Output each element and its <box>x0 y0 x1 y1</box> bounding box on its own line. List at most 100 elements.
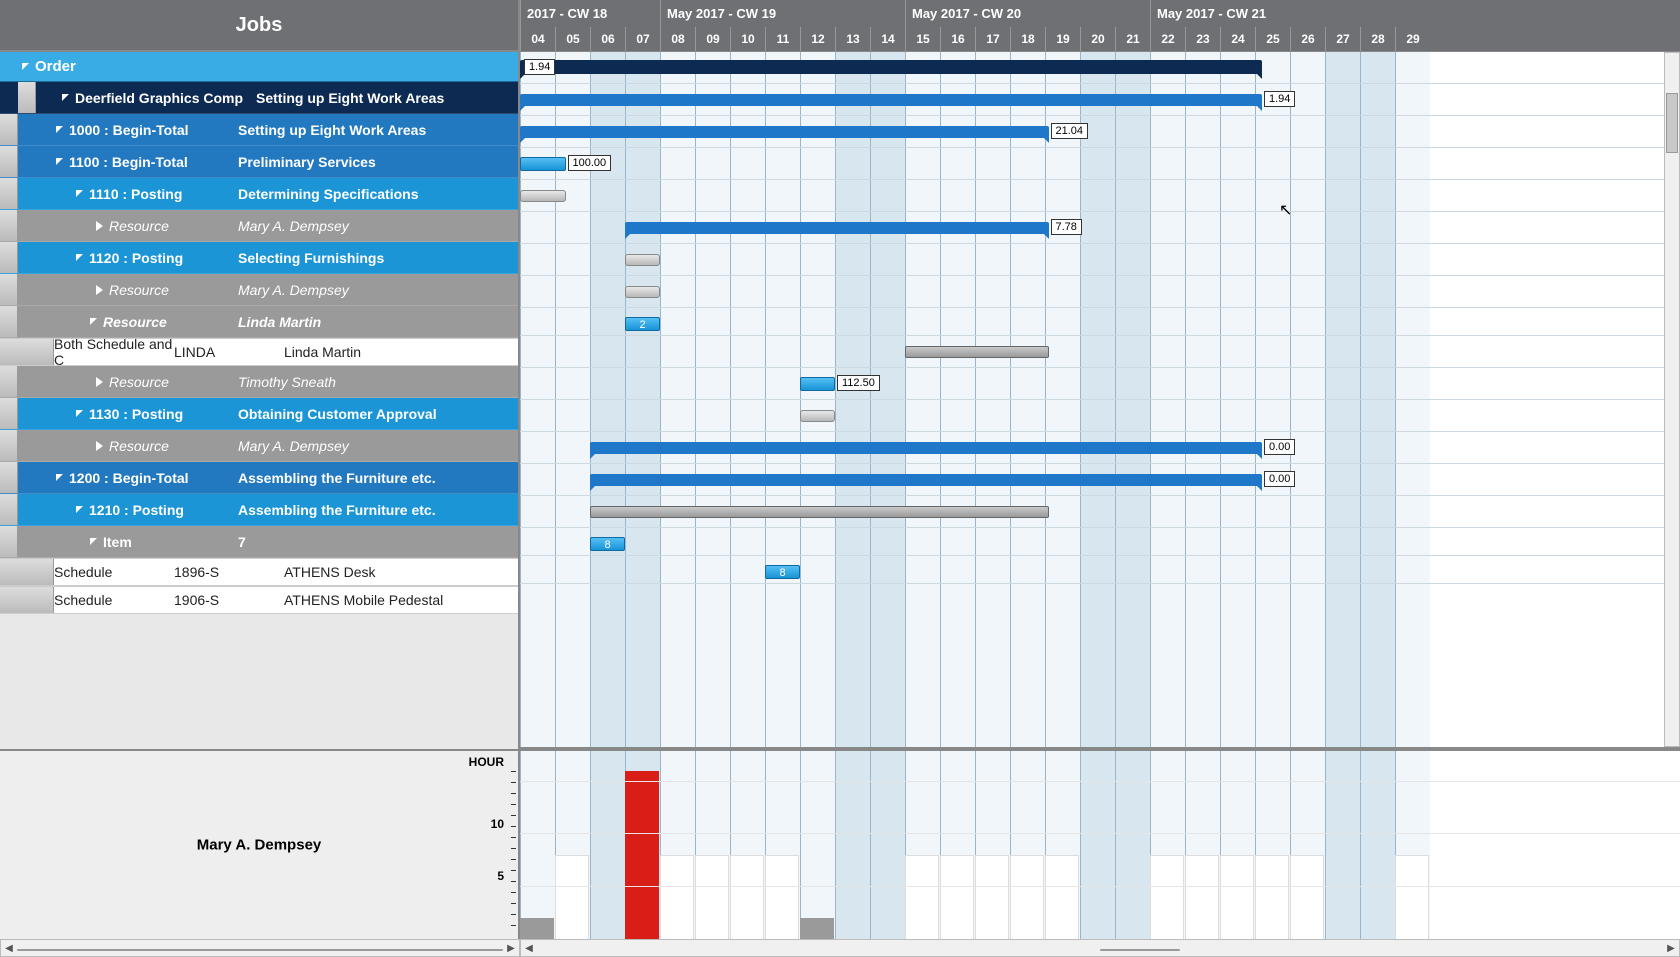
bar-value-label: 100.00 <box>568 155 612 171</box>
gantt-row[interactable]: 100.00 <box>520 148 1680 180</box>
gantt-row[interactable] <box>520 336 1680 368</box>
histogram-bar[interactable] <box>625 771 659 939</box>
tree-row[interactable]: 1210 : PostingAssembling the Furniture e… <box>0 494 518 526</box>
collapse-icon <box>76 410 83 417</box>
gantt-row[interactable]: 8 <box>520 528 1680 556</box>
gantt-body[interactable]: 1.94 1.94 21.04 100.00 7.78 2 112.50 0.00 0.00 8 8 <box>520 52 1680 747</box>
gantt-row[interactable]: 0.00 <box>520 464 1680 496</box>
group-bar[interactable] <box>520 94 1262 106</box>
day-header[interactable]: 23 <box>1185 27 1220 51</box>
group-bar[interactable] <box>625 222 1049 234</box>
task-bar[interactable] <box>520 157 566 171</box>
day-header[interactable]: 05 <box>555 27 590 51</box>
scroll-left-icon[interactable]: ◀ <box>1 940 17 956</box>
tree-row[interactable]: Schedule1896-SATHENS Desk <box>0 558 518 586</box>
week-header[interactable]: May 2017 - CW 20 <box>905 0 1150 27</box>
resource-bar[interactable] <box>905 346 1049 358</box>
order-group-header[interactable]: Order <box>0 52 518 82</box>
day-header[interactable]: 11 <box>765 27 800 51</box>
task-bar[interactable]: 2 <box>625 317 660 331</box>
day-header[interactable]: 20 <box>1080 27 1115 51</box>
gantt-row[interactable]: 8 <box>520 556 1680 584</box>
day-header[interactable]: 14 <box>870 27 905 51</box>
day-header[interactable]: 18 <box>1010 27 1045 51</box>
tree-row[interactable]: 1200 : Begin-TotalAssembling the Furnitu… <box>0 462 518 494</box>
tree-row[interactable]: Schedule1906-SATHENS Mobile Pedestal <box>0 586 518 614</box>
gantt-row[interactable] <box>520 180 1680 212</box>
day-header[interactable]: 25 <box>1255 27 1290 51</box>
resource-bar[interactable] <box>590 506 1049 518</box>
day-header[interactable]: 09 <box>695 27 730 51</box>
tree-row[interactable]: 1120 : PostingSelecting Furnishings <box>0 242 518 274</box>
day-header[interactable]: 07 <box>625 27 660 51</box>
day-header[interactable]: 26 <box>1290 27 1325 51</box>
day-header[interactable]: 27 <box>1325 27 1360 51</box>
gantt-row[interactable] <box>520 400 1680 432</box>
week-header[interactable]: May 2017 - CW 21 <box>1150 0 1430 27</box>
tree-row[interactable]: 1100 : Begin-TotalPreliminary Services <box>0 146 518 178</box>
resource-bar[interactable] <box>520 190 566 202</box>
day-header[interactable]: 06 <box>590 27 625 51</box>
resource-bar[interactable] <box>625 286 660 298</box>
day-header[interactable]: 17 <box>975 27 1010 51</box>
day-header[interactable]: 19 <box>1045 27 1080 51</box>
day-header[interactable]: 28 <box>1360 27 1395 51</box>
tree-row[interactable]: ResourceMary A. Dempsey <box>0 210 518 242</box>
right-horizontal-scrollbar[interactable]: ◀ ▶ <box>520 939 1680 957</box>
bar-value-label: 0.00 <box>1264 439 1295 455</box>
job-tree[interactable]: Deerfield Graphics CompSetting up Eight … <box>0 82 518 749</box>
day-header[interactable]: 08 <box>660 27 695 51</box>
tree-row[interactable]: ResourceLinda Martin <box>0 306 518 338</box>
day-header[interactable]: 29 <box>1395 27 1430 51</box>
scroll-right-icon[interactable]: ▶ <box>503 940 519 956</box>
group-bar[interactable] <box>590 474 1262 486</box>
gantt-row[interactable]: 112.50 <box>520 368 1680 400</box>
gantt-row[interactable]: 0.00 <box>520 432 1680 464</box>
tree-row[interactable]: 1130 : PostingObtaining Customer Approva… <box>0 398 518 430</box>
histogram-bar[interactable] <box>520 918 554 939</box>
resource-bar[interactable] <box>800 410 835 422</box>
gantt-row[interactable] <box>520 244 1680 276</box>
gantt-row[interactable] <box>520 276 1680 308</box>
tree-row[interactable]: 1110 : PostingDetermining Specifications <box>0 178 518 210</box>
week-header[interactable]: May 2017 - CW 19 <box>660 0 905 27</box>
gantt-row[interactable]: 2 <box>520 308 1680 336</box>
summary-bar[interactable] <box>520 60 1262 74</box>
day-header[interactable]: 21 <box>1115 27 1150 51</box>
scroll-left-icon[interactable]: ◀ <box>521 940 537 956</box>
day-header[interactable]: 12 <box>800 27 835 51</box>
bar-value-label: 1.94 <box>1264 91 1295 107</box>
histogram-panel[interactable] <box>520 749 1680 939</box>
gantt-row[interactable]: 7.78 <box>520 212 1680 244</box>
task-bar[interactable]: 8 <box>765 565 800 579</box>
week-header[interactable]: 2017 - CW 18 <box>520 0 660 27</box>
task-bar[interactable] <box>800 377 835 391</box>
day-header[interactable]: 24 <box>1220 27 1255 51</box>
tree-row[interactable]: ResourceTimothy Sneath <box>0 366 518 398</box>
gantt-row[interactable] <box>520 496 1680 528</box>
scroll-right-icon[interactable]: ▶ <box>1663 940 1679 956</box>
gantt-row[interactable]: 1.94 <box>520 52 1680 84</box>
day-header[interactable]: 15 <box>905 27 940 51</box>
tree-row[interactable]: Deerfield Graphics CompSetting up Eight … <box>0 82 518 114</box>
tree-row[interactable]: Both Schedule and CLINDALinda Martin <box>0 338 518 366</box>
group-bar[interactable] <box>590 442 1262 454</box>
group-bar[interactable] <box>520 126 1049 138</box>
day-header[interactable]: 13 <box>835 27 870 51</box>
tree-row[interactable]: ResourceMary A. Dempsey <box>0 274 518 306</box>
day-header[interactable]: 10 <box>730 27 765 51</box>
vertical-scrollbar[interactable] <box>1664 52 1680 747</box>
day-header[interactable]: 22 <box>1150 27 1185 51</box>
resource-bar[interactable] <box>625 254 660 266</box>
task-bar[interactable]: 8 <box>590 537 625 551</box>
tree-row[interactable]: ResourceMary A. Dempsey <box>0 430 518 462</box>
gantt-row[interactable]: 1.94 <box>520 84 1680 116</box>
tree-row[interactable]: Item7 <box>0 526 518 558</box>
day-header[interactable]: 04 <box>520 27 555 51</box>
left-horizontal-scrollbar[interactable]: ◀ ▶ <box>0 939 520 957</box>
day-header[interactable]: 16 <box>940 27 975 51</box>
tree-row[interactable]: 1000 : Begin-TotalSetting up Eight Work … <box>0 114 518 146</box>
y-axis-label: HOUR <box>469 755 504 769</box>
gantt-row[interactable]: 21.04 <box>520 116 1680 148</box>
histogram-bar[interactable] <box>800 918 834 939</box>
